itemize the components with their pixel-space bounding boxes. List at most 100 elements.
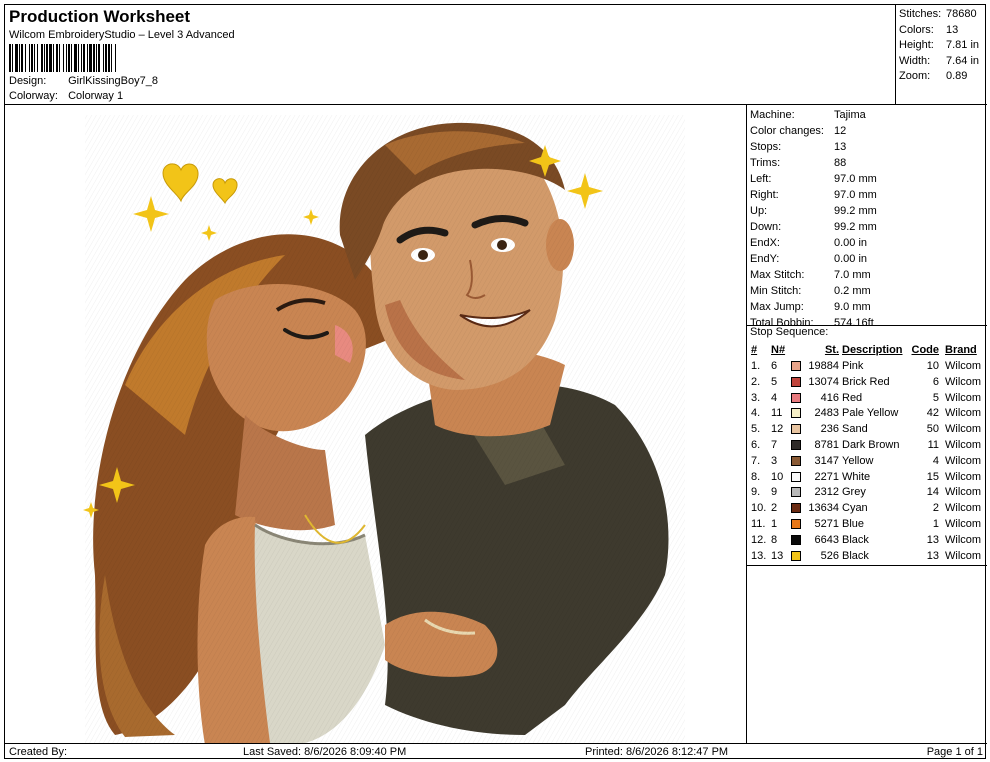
info-value: Tajima [834,109,866,121]
info-label: Left: [750,173,772,185]
barcode [9,44,249,72]
stop-sequence-row: 8. 10 2271 White 15 Wilcom [747,469,987,485]
row-description: Red [842,391,863,404]
row-index: 2. [751,375,761,388]
row-brand: Wilcom [945,454,982,467]
info-label: Stops: [750,141,782,153]
row-code: 14 [926,486,939,499]
row-index: 4. [751,407,761,420]
embroidery-design-preview [5,105,747,743]
row-stitches: 19884 [808,360,839,372]
row-description: White [842,470,871,483]
row-code: 15 [926,470,939,483]
summary-label: Height: [899,39,934,52]
info-row-endy: EndY: 0.00 in [750,251,867,267]
design-summary: Stitches: 78680 Colors: 13 Height: 7.81 in … [895,5,987,105]
row-index: 1. [751,360,761,372]
stop-sequence-row: 11. 1 5271 Blue 1 Wilcom [747,516,987,532]
row-description: Cyan [842,502,868,515]
summary-value: 0.89 [946,70,968,83]
info-label: Right: [750,189,779,201]
row-needle: 9 [771,486,778,499]
color-swatch [791,424,801,435]
row-needle: 3 [771,454,778,467]
software-subtitle: Wilcom EmbroideryStudio – Level 3 Advanc… [9,29,235,41]
design-info-panel: Machine: Tajima Color changes: 12 Stops: 13… [747,105,987,743]
info-row-max-stitch: Max Stitch: 7.0 mm [750,267,871,283]
row-index: 3. [751,391,761,404]
worksheet-header: Production Worksheet Wilcom EmbroiderySt… [5,5,895,105]
col-header-index: # [751,344,758,356]
color-swatch [791,519,801,529]
row-stitches: 2312 [814,486,839,499]
info-value: 99.2 mm [834,221,877,233]
info-value: 0.00 in [834,237,868,249]
row-code: 2 [932,502,939,515]
created-by: Created By: [9,746,68,758]
row-code: 42 [926,407,939,420]
row-needle: 7 [771,439,778,451]
info-label: Trims: [750,157,781,169]
row-needle: 5 [771,375,778,388]
row-code: 4 [932,454,939,467]
stop-sequence-row: 4. 11 2483 Pale Yellow 42 Wilcom [747,405,987,421]
color-swatch [791,392,801,403]
color-swatch [791,471,801,482]
row-description: Brick Red [842,375,890,388]
info-row-left: Left: 97.0 mm [750,171,877,187]
stop-sequence-row: 6. 7 8781 Dark Brown 11 Wilcom [747,437,987,453]
row-brand: Wilcom [945,470,982,483]
stop-sequence-row: 9. 9 2312 Grey 14 Wilcom [747,484,987,500]
info-row-machine: Machine: Tajima [750,107,866,123]
row-index: 10. [751,502,767,515]
info-value: 574.16ft [834,317,874,329]
row-index: 5. [751,423,761,436]
row-stitches: 416 [820,391,839,404]
design-illustration [83,115,685,743]
summary-label: Colors: [899,23,934,36]
row-stitches: 13074 [808,375,839,388]
row-description: Yellow [842,454,874,467]
row-stitches: 2271 [814,470,839,483]
color-swatch [791,455,801,466]
info-label: Up: [750,205,768,217]
info-row-color-changes: Color changes: 12 [750,123,846,139]
row-code: 50 [926,423,939,436]
info-value: 97.0 mm [834,189,877,201]
row-code: 11 [927,439,939,451]
row-description: Pale Yellow [842,407,899,420]
row-needle: 2 [771,502,778,515]
color-swatch [791,487,801,498]
info-label: EndY: [750,253,780,265]
summary-row: Colors: 13 [896,23,987,39]
worksheet-frame: Production Worksheet Wilcom EmbroiderySt… [4,4,987,759]
stop-sequence-header: # N# St. Description Code Brand [747,342,987,358]
info-row-endx: EndX: 0.00 in [750,235,867,251]
info-value: 12 [834,125,847,137]
design-row: Design: GirlKissingBoy7_8 [9,75,158,87]
row-brand: Wilcom [945,439,982,451]
row-stitches: 236 [820,423,839,436]
row-brand: Wilcom [945,360,982,372]
row-description: Grey [842,486,866,499]
divider [747,565,987,566]
info-row-max-jump: Max Jump: 9.0 mm [750,299,871,315]
stop-sequence-row: 3. 4 416 Red 5 Wilcom [747,390,987,406]
row-brand: Wilcom [945,502,982,515]
row-needle: 8 [771,533,778,546]
row-needle: 13 [771,549,784,562]
info-label: Min Stitch: [750,285,802,297]
row-description: Black [842,533,869,546]
summary-value: 13 [946,23,959,36]
summary-value: 78680 [946,8,977,20]
summary-row: Zoom: 0.89 [896,69,987,85]
row-needle: 12 [771,423,784,436]
row-needle: 6 [771,360,778,372]
row-stitches: 8781 [814,439,839,451]
row-brand: Wilcom [945,375,982,388]
stop-sequence-row: 1. 6 19884 Pink 10 Wilcom [747,358,987,374]
row-stitches: 13634 [808,502,839,515]
summary-row: Stitches: 78680 [896,7,987,23]
row-code: 1 [932,518,939,530]
info-value: 7.0 mm [834,269,871,281]
